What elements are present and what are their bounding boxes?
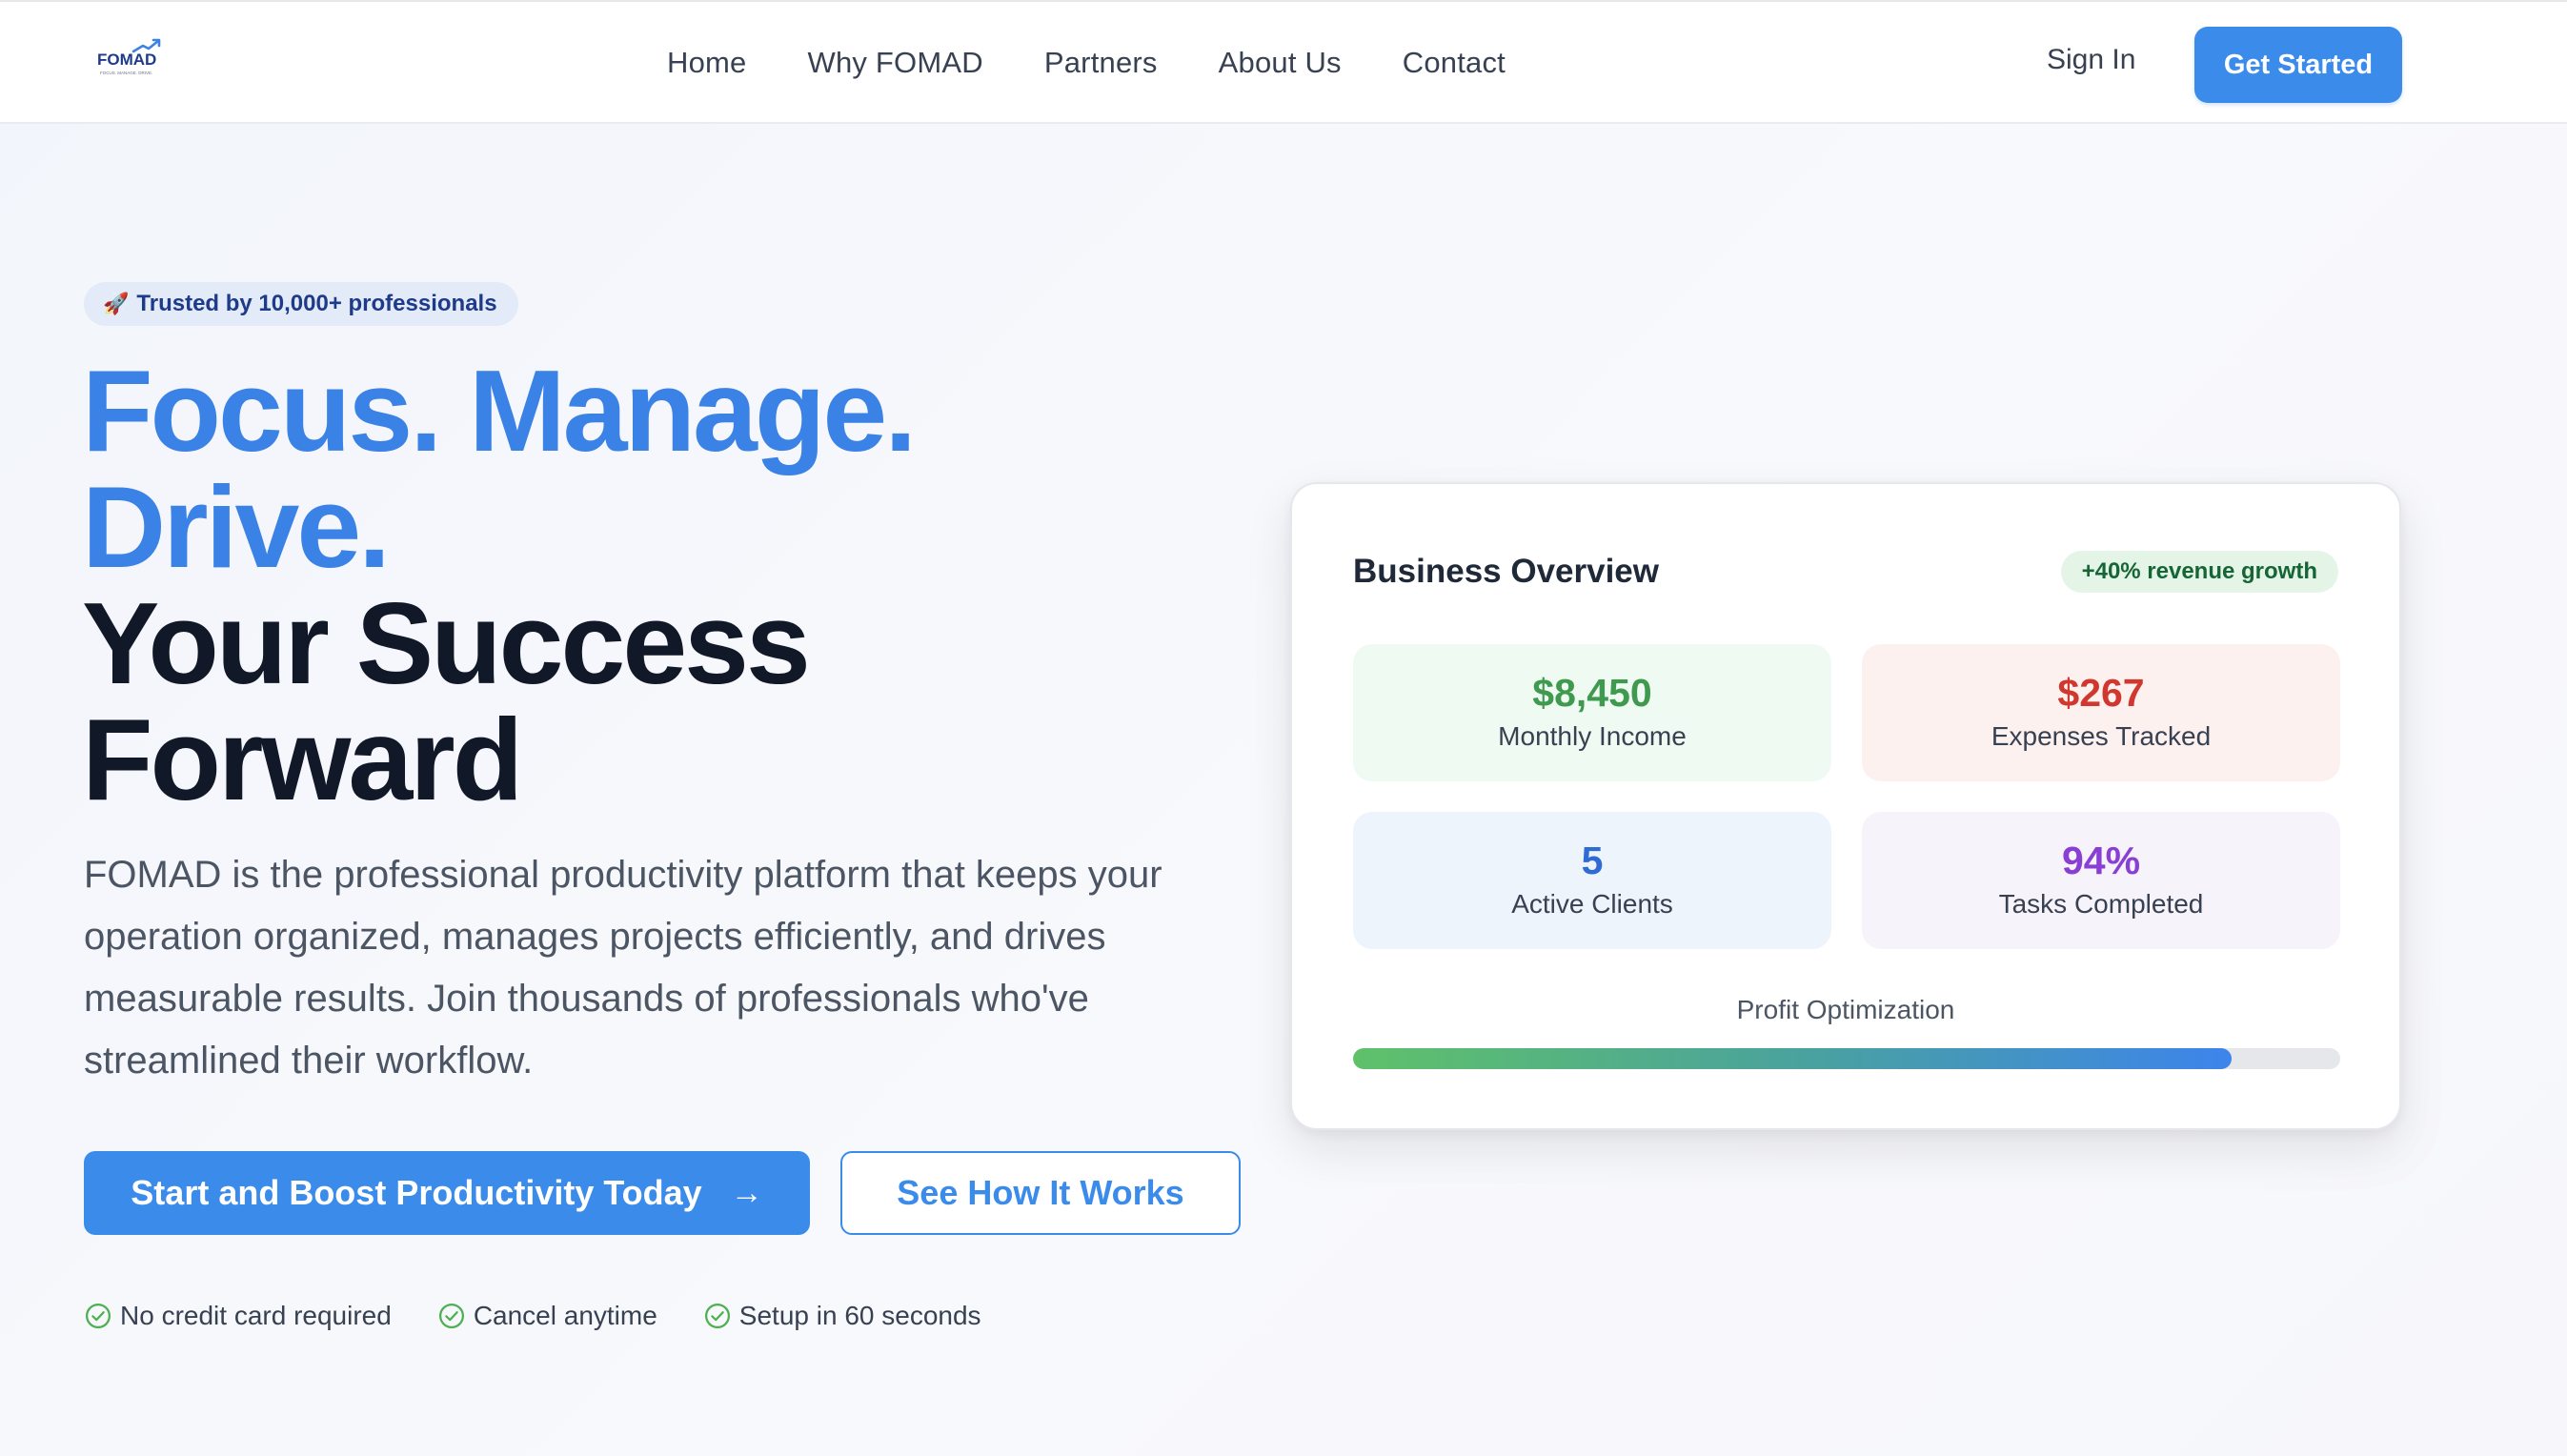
fomad-logo[interactable]: FOMAD FOCUS. MANAGE. DRIVE. bbox=[95, 36, 166, 78]
start-button-label: Start and Boost Productivity Today bbox=[131, 1173, 702, 1212]
check-circle-icon bbox=[703, 1302, 732, 1330]
revenue-growth-badge: +40% revenue growth bbox=[2060, 551, 2338, 593]
feature-label: No credit card required bbox=[120, 1301, 392, 1330]
feature-item: Cancel anytime bbox=[437, 1301, 657, 1331]
business-overview-card: Business Overview +40% revenue growth $8… bbox=[1290, 482, 2401, 1130]
feature-list: No credit card required Cancel anytime S… bbox=[84, 1298, 981, 1334]
stat-label: Monthly Income bbox=[1498, 721, 1687, 751]
stat-monthly-income: $8,450 Monthly Income bbox=[1353, 644, 1831, 781]
feature-item: Setup in 60 seconds bbox=[703, 1301, 981, 1331]
stat-label: Tasks Completed bbox=[1998, 889, 2204, 919]
stat-value: 5 bbox=[1581, 839, 1604, 882]
feature-label: Cancel anytime bbox=[473, 1301, 657, 1330]
main-nav: Home Why FOMAD Partners About Us Contact bbox=[667, 2, 1506, 124]
stat-label: Expenses Tracked bbox=[1991, 721, 2212, 751]
nav-link-why-fomad[interactable]: Why FOMAD bbox=[808, 46, 983, 80]
logo-tagline: FOCUS. MANAGE. DRIVE. bbox=[100, 71, 152, 75]
trust-badge: 🚀 Trusted by 10,000+ professionals bbox=[84, 282, 518, 326]
stat-value: 94% bbox=[2061, 839, 2141, 882]
hero-description: FOMAD is the professional productivity p… bbox=[84, 854, 1162, 1082]
check-circle-icon bbox=[437, 1302, 466, 1330]
card-title: Business Overview bbox=[1353, 553, 1659, 590]
profit-progress-bar bbox=[1353, 1048, 2340, 1069]
arrow-right-icon: → bbox=[730, 1174, 763, 1211]
nav-link-home[interactable]: Home bbox=[667, 46, 747, 80]
headline-line-1: Focus. Manage. bbox=[82, 346, 917, 475]
get-started-button[interactable]: Get Started bbox=[2194, 27, 2402, 103]
rocket-icon: 🚀 bbox=[103, 292, 130, 315]
profit-progress-fill bbox=[1353, 1048, 2233, 1069]
hero-headline: Focus. Manage. Drive. Your Success Forwa… bbox=[82, 346, 917, 824]
stat-value: $8,450 bbox=[1532, 671, 1652, 715]
check-circle-icon bbox=[84, 1302, 112, 1330]
logo-text: FOMAD bbox=[97, 51, 156, 69]
stat-tasks-completed: 94% Tasks Completed bbox=[1862, 812, 2340, 949]
start-boost-productivity-button[interactable]: Start and Boost Productivity Today → bbox=[84, 1151, 810, 1235]
headline-line-2: Drive. bbox=[82, 462, 391, 592]
stat-active-clients: 5 Active Clients bbox=[1353, 812, 1831, 949]
sign-in-link[interactable]: Sign In bbox=[2047, 44, 2135, 76]
nav-link-about-us[interactable]: About Us bbox=[1219, 46, 1342, 80]
trust-badge-text: Trusted by 10,000+ professionals bbox=[136, 291, 497, 316]
nav-link-contact[interactable]: Contact bbox=[1403, 46, 1506, 80]
see-how-it-works-button[interactable]: See How It Works bbox=[840, 1151, 1241, 1235]
feature-label: Setup in 60 seconds bbox=[738, 1301, 981, 1330]
stat-value: $267 bbox=[2057, 671, 2145, 715]
headline-line-3: Your Success bbox=[82, 578, 811, 708]
stat-label: Active Clients bbox=[1511, 889, 1673, 919]
headline-line-4: Forward bbox=[82, 695, 523, 824]
feature-item: No credit card required bbox=[84, 1301, 392, 1331]
profit-optimization-label: Profit Optimization bbox=[1736, 995, 1955, 1024]
stat-expenses-tracked: $267 Expenses Tracked bbox=[1862, 644, 2340, 781]
nav-link-partners[interactable]: Partners bbox=[1044, 46, 1158, 80]
fomad-logo-icon: FOMAD FOCUS. MANAGE. DRIVE. bbox=[97, 38, 161, 75]
navbar: FOMAD FOCUS. MANAGE. DRIVE. Home Why FOM… bbox=[0, 0, 2567, 124]
